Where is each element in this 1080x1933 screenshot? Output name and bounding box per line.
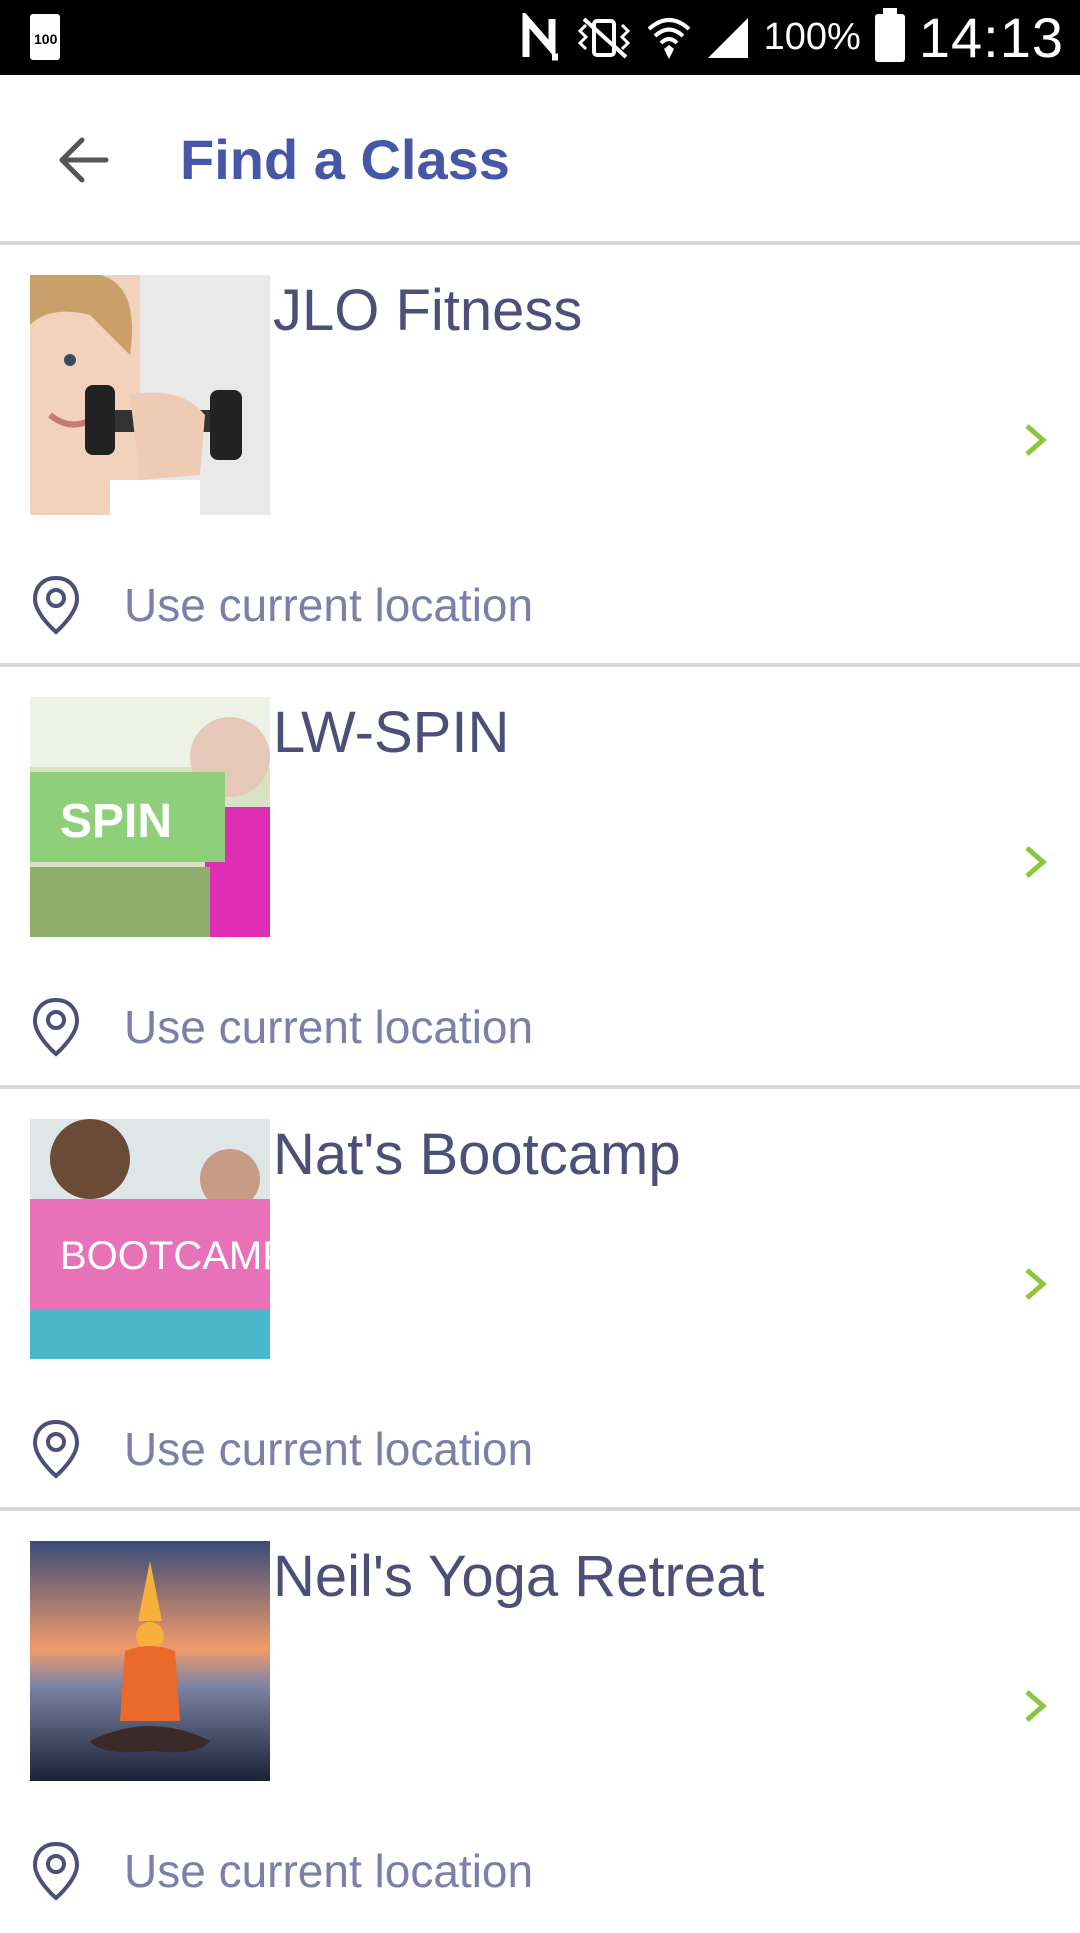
use-location-row[interactable]: Use current location xyxy=(30,1836,533,1906)
class-list: JLO Fitness Use current location SPIN LW… xyxy=(0,245,1080,1933)
chevron-right-icon[interactable] xyxy=(1015,420,1055,460)
location-label: Use current location xyxy=(124,1845,534,1897)
nfc-icon xyxy=(522,12,558,60)
class-card-neils-yoga-retreat[interactable]: Neil's Yoga Retreat Use current location xyxy=(0,1511,1080,1933)
battery-indicator-text: 100 xyxy=(34,31,58,47)
use-location-row[interactable]: Use current location xyxy=(30,1414,533,1484)
class-card-jlo-fitness[interactable]: JLO Fitness Use current location xyxy=(0,245,1080,667)
bootcamp-card-text: BOOTCAMP xyxy=(60,1234,270,1278)
class-card-nats-bootcamp[interactable]: BOOTCAMP Nat's Bootcamp Use current loca… xyxy=(0,1089,1080,1511)
class-name: LW-SPIN xyxy=(273,700,510,765)
arrow-left-icon[interactable] xyxy=(48,125,118,195)
use-location-row[interactable]: Use current location xyxy=(30,570,533,640)
battery-icon xyxy=(874,7,905,62)
location-pin-icon xyxy=(32,575,80,635)
location-label: Use current location xyxy=(124,1423,534,1475)
spin-card-text: SPIN xyxy=(60,795,172,848)
bootcamp-card-image: BOOTCAMP xyxy=(30,1119,270,1359)
yoga-sunset-image xyxy=(30,1541,270,1781)
signal-icon xyxy=(707,17,748,58)
wifi-icon xyxy=(647,17,690,59)
chevron-right-icon[interactable] xyxy=(1015,1686,1055,1726)
status-bar: 100 100% 14:13 xyxy=(0,0,1080,75)
spin-card-image: SPIN xyxy=(30,697,270,937)
clock: 14:13 xyxy=(918,6,1064,69)
class-name: Neil's Yoga Retreat xyxy=(273,1544,765,1609)
app-bar: Find a Class xyxy=(0,75,1080,245)
class-card-lw-spin[interactable]: SPIN LW-SPIN Use current location xyxy=(0,667,1080,1089)
location-label: Use current location xyxy=(124,579,534,631)
location-pin-icon xyxy=(32,1841,80,1901)
page-title: Find a Class xyxy=(180,128,510,191)
location-label: Use current location xyxy=(124,1001,534,1053)
vibrate-icon xyxy=(577,17,630,58)
battery-percent: 100% xyxy=(763,16,861,58)
battery-status-icon: 100 xyxy=(30,14,60,60)
class-name: Nat's Bootcamp xyxy=(273,1122,681,1187)
class-name: JLO Fitness xyxy=(273,278,583,343)
use-location-row[interactable]: Use current location xyxy=(30,992,533,1062)
location-pin-icon xyxy=(32,1419,80,1479)
dumbbell-woman-image xyxy=(30,275,270,515)
location-pin-icon xyxy=(32,997,80,1057)
chevron-right-icon[interactable] xyxy=(1015,842,1055,882)
chevron-right-icon[interactable] xyxy=(1015,1264,1055,1304)
